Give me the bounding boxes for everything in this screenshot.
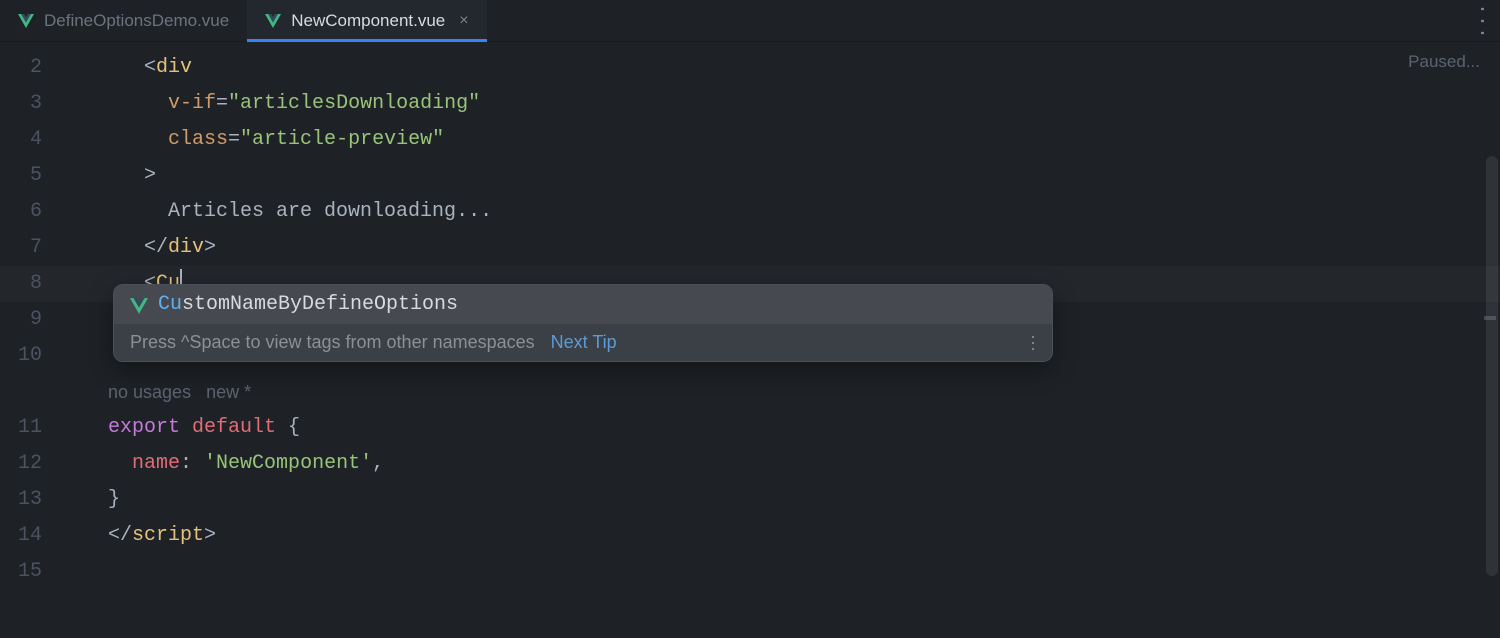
kebab-menu-icon[interactable]: ··· (1478, 2, 1484, 38)
completion-item[interactable]: CustomNameByDefineOptions (114, 285, 1052, 324)
vue-icon (130, 298, 146, 312)
scrollbar-thumb[interactable] (1486, 156, 1498, 576)
completion-popup: CustomNameByDefineOptions Press ^Space t… (113, 284, 1053, 362)
next-tip-link[interactable]: Next Tip (551, 332, 617, 353)
scroll-mark (1484, 316, 1496, 320)
completion-label: CustomNameByDefineOptions (158, 293, 458, 316)
line-number: 3 (0, 86, 60, 122)
line-number: 9 (0, 302, 60, 338)
line-number: 12 (0, 446, 60, 482)
inlay-no-usages[interactable]: no usages (108, 382, 191, 402)
line-number (0, 374, 60, 410)
tab-label: NewComponent.vue (291, 11, 445, 31)
scrollbar[interactable] (1484, 86, 1498, 638)
line-number: 8 (0, 266, 60, 302)
completion-hint: Press ^Space to view tags from other nam… (130, 332, 535, 353)
line-number: 6 (0, 194, 60, 230)
line-number: 11 (0, 410, 60, 446)
kebab-menu-icon[interactable]: ··· (1031, 334, 1036, 352)
vue-icon (265, 14, 281, 28)
close-icon[interactable]: × (459, 12, 468, 30)
status-badge: Paused... (1408, 52, 1480, 72)
inlay-new[interactable]: new * (206, 382, 251, 402)
vue-icon (18, 14, 34, 28)
line-number: 15 (0, 554, 60, 590)
line-number: 7 (0, 230, 60, 266)
tab-bar: DefineOptionsDemo.vue NewComponent.vue ×… (0, 0, 1500, 42)
line-number: 5 (0, 158, 60, 194)
editor[interactable]: Paused... 2 <div 3 v-if="articlesDownloa… (0, 42, 1500, 600)
completion-footer: Press ^Space to view tags from other nam… (114, 324, 1052, 361)
tab-define-options[interactable]: DefineOptionsDemo.vue (0, 0, 247, 41)
tab-new-component[interactable]: NewComponent.vue × (247, 0, 486, 41)
line-number: 2 (0, 50, 60, 86)
tab-label: DefineOptionsDemo.vue (44, 11, 229, 31)
line-number: 14 (0, 518, 60, 554)
line-number: 4 (0, 122, 60, 158)
line-number: 13 (0, 482, 60, 518)
line-number: 10 (0, 338, 60, 374)
